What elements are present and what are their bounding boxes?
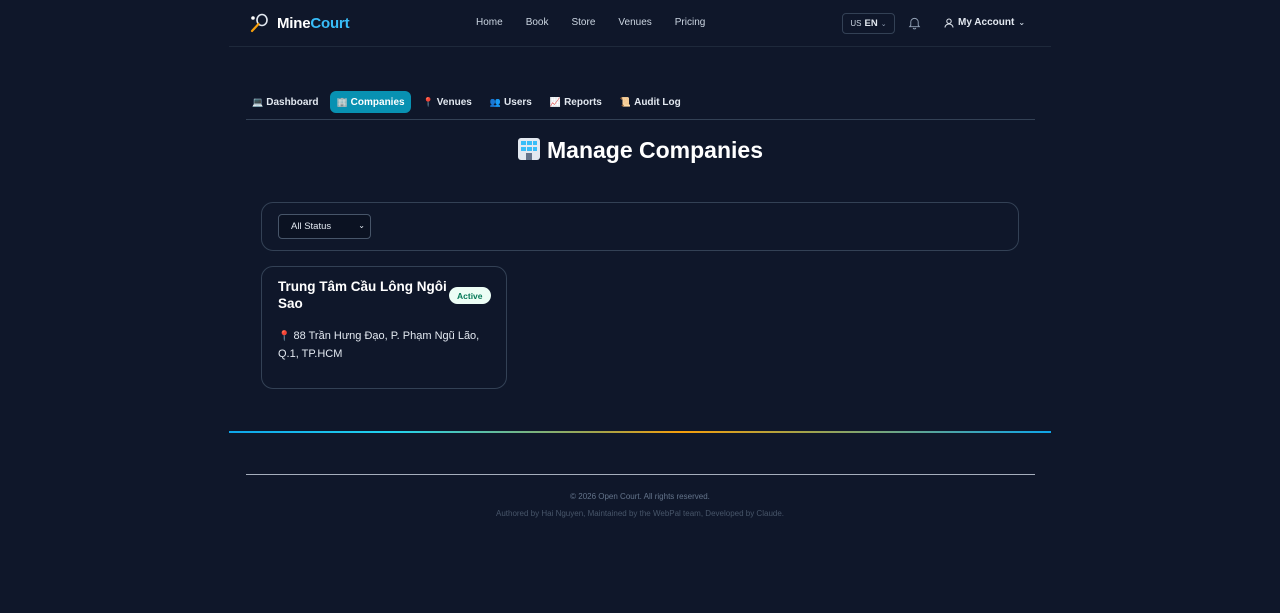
footer-divider	[246, 474, 1035, 475]
top-navbar: MineCourt Home Book Store Venues Pricing…	[229, 0, 1051, 47]
chart-icon: 📈	[549, 96, 562, 107]
tab-companies[interactable]: 🏢 Companies	[330, 91, 411, 113]
footer-credits: Authored by Hai Nguyen, Maintained by th…	[495, 509, 785, 518]
account-label: My Account	[958, 17, 1015, 28]
account-menu[interactable]: My Account ⌄	[944, 17, 1025, 28]
tab-users[interactable]: 👥 Users	[484, 91, 538, 113]
tab-venues[interactable]: 📍 Venues	[417, 91, 478, 113]
brand-logo[interactable]: MineCourt	[249, 13, 350, 33]
company-address: 📍 88 Trần Hưng Đạo, P. Phạm Ngũ Lão, Q.1…	[278, 330, 480, 360]
page-title: Manage Companies	[0, 137, 1280, 164]
company-name: Trung Tâm Cầu Lông Ngôi Sao	[278, 279, 447, 311]
chevron-down-icon: ⌄	[358, 221, 365, 230]
badminton-racket-icon	[250, 13, 268, 33]
brand-name: MineCourt	[277, 14, 350, 32]
admin-tabs: 💻 Dashboard 🏢 Companies 📍 Venues 👥 Users…	[246, 91, 1035, 120]
main-nav: Home Book Store Venues Pricing	[476, 17, 728, 28]
pin-icon: 📍	[278, 331, 291, 342]
pin-icon: 📍	[422, 96, 434, 107]
nav-venues[interactable]: Venues	[618, 17, 651, 28]
filter-panel: All Status ⌄	[261, 202, 1019, 251]
nav-home[interactable]: Home	[476, 17, 503, 28]
laptop-icon: 💻	[252, 96, 264, 107]
building-icon: 🏢	[336, 96, 348, 107]
chevron-down-icon: ⌄	[1018, 18, 1026, 27]
nav-book[interactable]: Book	[526, 17, 549, 28]
nav-pricing[interactable]: Pricing	[675, 17, 706, 28]
language-code: EN	[864, 18, 878, 29]
chevron-down-icon: ⌄	[880, 20, 887, 28]
status-filter-select[interactable]: All Status ⌄	[278, 214, 371, 239]
building-icon	[518, 138, 540, 160]
tab-dashboard[interactable]: 💻 Dashboard	[246, 91, 324, 113]
page: MineCourt Home Book Store Venues Pricing…	[0, 0, 1280, 613]
nav-store[interactable]: Store	[571, 17, 595, 28]
language-selector[interactable]: US EN ⌄	[842, 13, 895, 34]
gradient-divider	[229, 431, 1051, 433]
status-badge: Active	[449, 287, 491, 304]
flag-icon: US	[850, 19, 862, 28]
scroll-icon: 📜	[619, 96, 632, 107]
company-card[interactable]: Trung Tâm Cầu Lông Ngôi Sao Active 📍 88 …	[261, 266, 507, 389]
users-icon: 👥	[489, 96, 502, 107]
bell-icon[interactable]	[908, 16, 921, 30]
footer-copyright: © 2026 Open Court. All rights reserved.	[570, 492, 710, 501]
user-icon	[944, 18, 954, 28]
tab-reports[interactable]: 📈 Reports	[544, 91, 608, 113]
tab-audit-log[interactable]: 📜 Audit Log	[614, 91, 687, 113]
